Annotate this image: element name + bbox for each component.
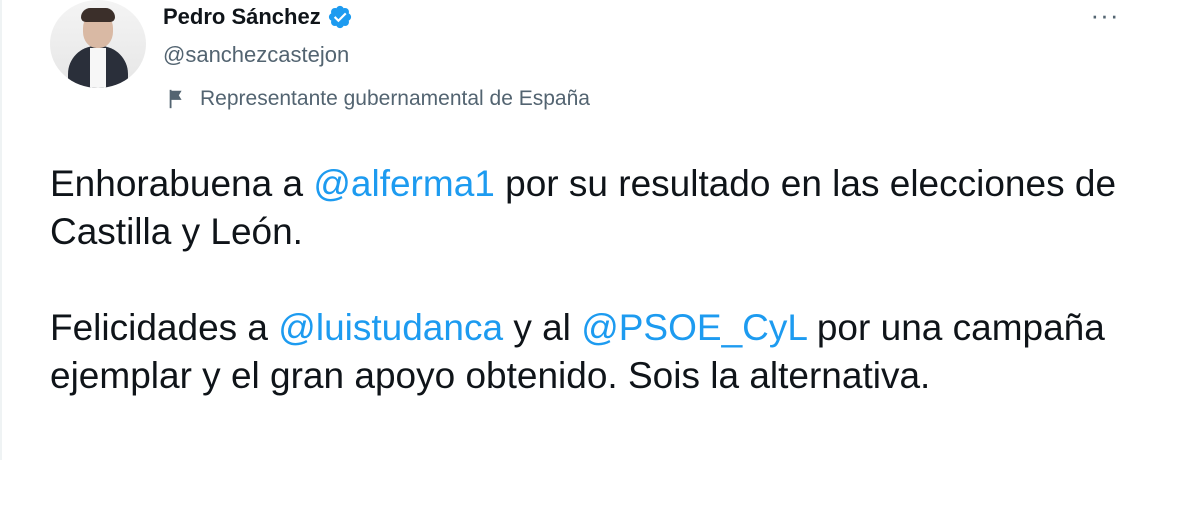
mention-link[interactable]: @luistudanca <box>278 307 503 348</box>
text-segment: Felicidades a <box>50 307 279 348</box>
author-name-row[interactable]: Pedro Sánchez <box>163 4 353 30</box>
text-segment: Enhorabuena a <box>50 163 314 204</box>
left-divider <box>0 0 2 460</box>
avatar-shirt <box>90 48 106 88</box>
text-segment: y al <box>503 307 582 348</box>
flag-icon <box>166 88 188 110</box>
author-name[interactable]: Pedro Sánchez <box>163 4 321 30</box>
tweet-paragraph-2: Felicidades a @luistudanca y al @PSOE_Cy… <box>50 304 1130 400</box>
more-options-button[interactable]: ··· <box>1082 0 1128 30</box>
author-handle[interactable]: @sanchezcastejon <box>163 42 349 68</box>
affiliation-text: Representante gubernamental de España <box>200 87 590 110</box>
more-icon: ··· <box>1090 0 1120 30</box>
avatar[interactable] <box>50 0 146 88</box>
affiliation-label: Representante gubernamental de España <box>166 86 590 112</box>
tweet-text: Enhorabuena a @alferma1 por su resultado… <box>50 160 1130 400</box>
tweet-paragraph-1: Enhorabuena a @alferma1 por su resultado… <box>50 160 1130 256</box>
avatar-hair <box>81 8 115 22</box>
verified-badge-icon <box>327 4 353 30</box>
mention-link[interactable]: @alferma1 <box>313 163 495 204</box>
mention-link[interactable]: @PSOE_CyL <box>581 307 806 348</box>
